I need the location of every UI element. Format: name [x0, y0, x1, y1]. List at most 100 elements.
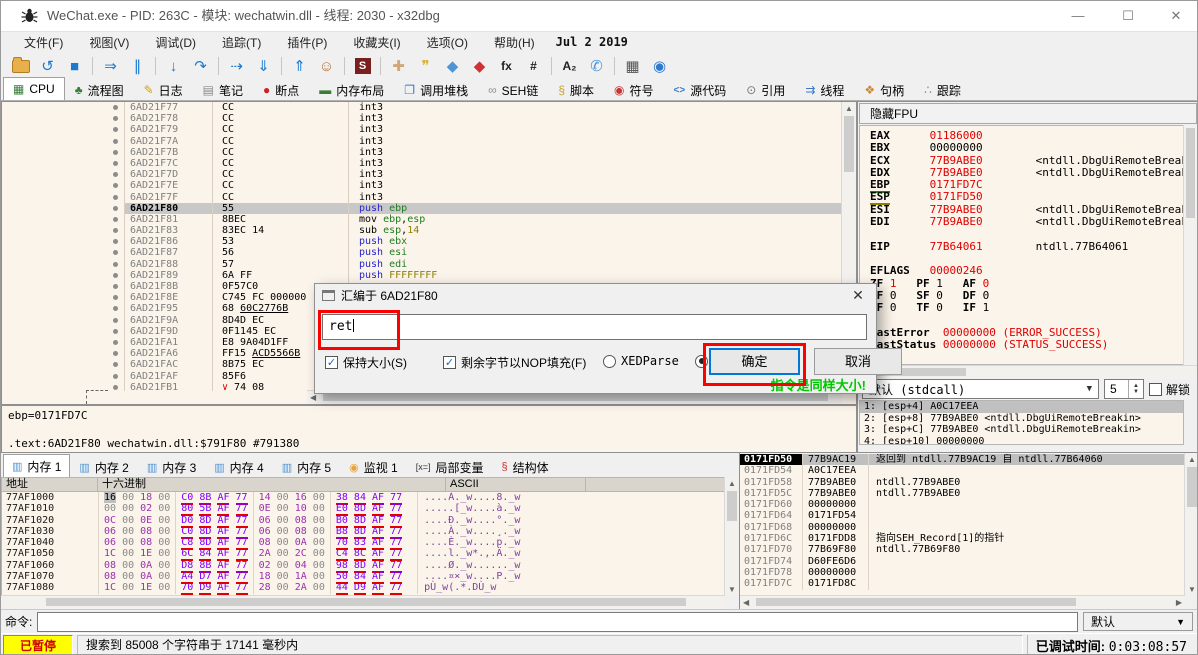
column-header-ascii[interactable]: ASCII [446, 478, 586, 491]
call-arg-row[interactable]: 1: [esp+4] A0C17EEA [860, 401, 1183, 413]
call-args-list[interactable]: 1: [esp+4] A0C17EEA2: [esp+8] 77B9ABE0 <… [859, 400, 1184, 445]
tab-笔记[interactable]: ▤笔记 [193, 79, 253, 100]
menu-item[interactable]: 插件(P) [274, 34, 340, 51]
run-to-user-code-icon[interactable]: ⇢ [223, 55, 250, 77]
disasm-row-body[interactable]: 6AD21F78CCint3 [124, 113, 842, 124]
breakpoint-dot-icon[interactable] [108, 113, 124, 124]
disasm-row[interactable]: 6AD21F7FCCint3 [2, 192, 842, 203]
memory-row[interactable]: 77AF107008 00 0A 00A4 D7 AF 7718 00 1A 0… [2, 571, 725, 582]
pause-icon[interactable]: ∥ [124, 55, 151, 77]
tab-cpu[interactable]: ▦CPU [3, 77, 65, 100]
command-input[interactable] [37, 612, 1078, 632]
breakpoint-dot-icon[interactable] [108, 247, 124, 258]
tab-内存-2[interactable]: ▥内存 2 [70, 456, 137, 477]
disasm-row[interactable]: 6AD21F7BCCint3 [2, 147, 842, 158]
breakpoint-dot-icon[interactable] [108, 382, 124, 391]
tab-内存布局[interactable]: ▬内存布局 [309, 79, 394, 100]
breakpoint-dot-icon[interactable] [108, 136, 124, 147]
tab-日志[interactable]: ✎日志 [134, 79, 193, 100]
close-debuggee-icon[interactable]: ■ [61, 55, 88, 77]
memory-hscrollbar[interactable] [1, 595, 725, 609]
disasm-row[interactable]: 6AD21F8055push ebp [2, 203, 842, 214]
keep-size-checkbox[interactable]: ✓ 保持大小(S) [325, 354, 407, 371]
disasm-row[interactable]: 6AD21F8653push ebx [2, 236, 842, 247]
stack-rows[interactable]: 0171FD5077B9AC19返回到 ntdll.77B9AC19 自 ntd… [740, 454, 1185, 596]
checkbox-icon[interactable] [1149, 383, 1162, 396]
menu-item[interactable]: 视图(V) [76, 34, 142, 51]
tab-句柄[interactable]: ❖句柄 [854, 79, 914, 100]
close-button[interactable]: ✕ [1155, 1, 1197, 31]
disasm-row-body[interactable]: 6AD21F8756push esi [124, 247, 842, 258]
tab-内存-1[interactable]: ▥内存 1 [3, 454, 70, 477]
breakpoint-dot-icon[interactable] [108, 124, 124, 135]
dialog-close-icon[interactable]: ✕ [847, 287, 869, 304]
breakpoint-dot-icon[interactable] [108, 192, 124, 203]
disasm-row[interactable]: 6AD21F77CCint3 [2, 102, 842, 113]
disasm-row[interactable]: 6AD21F7ECCint3 [2, 180, 842, 191]
tab-流程图[interactable]: ♣流程图 [65, 79, 134, 100]
disasm-row-body[interactable]: 6AD21F8055push ebp [124, 203, 842, 214]
tab-断点[interactable]: ●断点 [253, 79, 309, 100]
memory-rows[interactable]: 77AF100016 00 18 00C0 8B AF 7714 00 16 0… [1, 492, 725, 596]
column-header-address[interactable]: 地址 [2, 478, 98, 491]
column-header-hex[interactable]: 十六进制 [98, 478, 446, 491]
comments-icon[interactable]: ❞ [412, 55, 439, 77]
open-file-icon[interactable] [7, 55, 34, 77]
menu-item[interactable]: 文件(F) [11, 34, 76, 51]
memory-row[interactable]: 77AF10501C 00 1E 006C 84 AF 772A 00 2C 0… [2, 548, 725, 559]
breakpoint-dot-icon[interactable] [108, 303, 124, 314]
breakpoint-dot-icon[interactable] [108, 158, 124, 169]
memory-row[interactable]: 77AF10801C 00 1E 0070 D9 AF 7728 00 2A 0… [2, 582, 725, 593]
stack-hscrollbar[interactable]: ◀ ▶ [740, 595, 1185, 609]
memory-row[interactable]: 77AF104006 00 08 00C8 8D AF 7708 00 0A 0… [2, 537, 725, 548]
step-over-icon[interactable]: ↷ [187, 55, 214, 77]
stack-row[interactable]: 0171FD7077B69F80ntdll.77B69F80 [740, 544, 1185, 555]
minimize-button[interactable]: — [1057, 1, 1099, 31]
attach-icon[interactable]: ☺ [313, 55, 340, 77]
run-up-icon[interactable]: ⇑ [286, 55, 313, 77]
memory-row[interactable]: 77AF101000 00 02 0080 5B AF 770E 00 10 0… [2, 503, 725, 514]
breakpoint-dot-icon[interactable] [108, 102, 124, 113]
stack-row[interactable]: 0171FD74D60FE6D6 [740, 556, 1185, 567]
calculator-icon[interactable]: ▦ [619, 55, 646, 77]
disasm-row[interactable]: 6AD21F896A FFpush FFFFFFFF [2, 270, 842, 281]
cancel-button[interactable]: 取消 [814, 348, 902, 375]
fill-nop-checkbox[interactable]: ✓ 剩余字节以NOP填充(F) [443, 354, 586, 371]
stack-row[interactable]: 0171FD5C77B9ABE0ntdll.77B9ABE0 [740, 488, 1185, 499]
disasm-row-body[interactable]: 6AD21F7ACCint3 [124, 136, 842, 147]
disasm-row-body[interactable]: 6AD21F8383EC 14sub esp,14 [124, 225, 842, 236]
disasm-row-body[interactable]: 6AD21F8857push edi [124, 259, 842, 270]
tab-源代码[interactable]: <>源代码 [664, 79, 737, 100]
breakpoint-dot-icon[interactable] [108, 337, 124, 348]
menu-item[interactable]: 追踪(T) [209, 34, 274, 51]
stack-row[interactable]: 0171FD640171FD54 [740, 510, 1185, 521]
assembly-input[interactable]: ret [322, 314, 867, 340]
call-arg-row[interactable]: 4: [esp+10] 00000000 [860, 436, 1183, 445]
disasm-row-body[interactable]: 6AD21F818BECmov ebp,esp [124, 214, 842, 225]
disasm-row[interactable]: 6AD21F8857push edi [2, 259, 842, 270]
tab-线程[interactable]: ⇉线程 [795, 79, 854, 100]
patches-icon[interactable]: ✚ [385, 55, 412, 77]
breakpoint-dot-icon[interactable] [108, 359, 124, 370]
disasm-row-body[interactable]: 6AD21F7BCCint3 [124, 147, 842, 158]
breakpoint-dot-icon[interactable] [108, 225, 124, 236]
disasm-row-body[interactable]: 6AD21F7CCCint3 [124, 158, 842, 169]
calling-convention-select[interactable]: 默认 (stdcall) ▼ [862, 379, 1099, 399]
hide-fpu-button[interactable]: 隐藏FPU [859, 103, 1197, 124]
memory-row[interactable]: 77AF10200C 00 0E 00D0 8D AF 7706 00 08 0… [2, 515, 725, 526]
register-line[interactable]: EIP 77B64061 ntdll.77B64061 [870, 241, 1183, 253]
tab-引用[interactable]: ⊙引用 [736, 79, 795, 100]
tab-局部变量[interactable]: [x=]局部变量 [407, 456, 493, 477]
disasm-row[interactable]: 6AD21F78CCint3 [2, 113, 842, 124]
restart-icon[interactable]: ↺ [34, 55, 61, 77]
disasm-row[interactable]: 6AD21F7DCCint3 [2, 169, 842, 180]
breakpoint-dot-icon[interactable] [108, 270, 124, 281]
step-into-icon[interactable]: ↓ [160, 55, 187, 77]
command-profile-select[interactable]: 默认 ▼ [1083, 612, 1193, 631]
disasm-row-body[interactable]: 6AD21F7FCCint3 [124, 192, 842, 203]
disasm-row-body[interactable]: 6AD21F77CCint3 [124, 102, 842, 113]
memory-row[interactable]: 77AF106008 00 0A 00D8 8B AF 7702 00 04 0… [2, 560, 725, 571]
arg-count-stepper[interactable]: 5 ▲▼ [1104, 379, 1144, 399]
stack-row[interactable]: 0171FD7800000000 [740, 567, 1185, 578]
tab-内存-5[interactable]: ▥内存 5 [273, 456, 340, 477]
